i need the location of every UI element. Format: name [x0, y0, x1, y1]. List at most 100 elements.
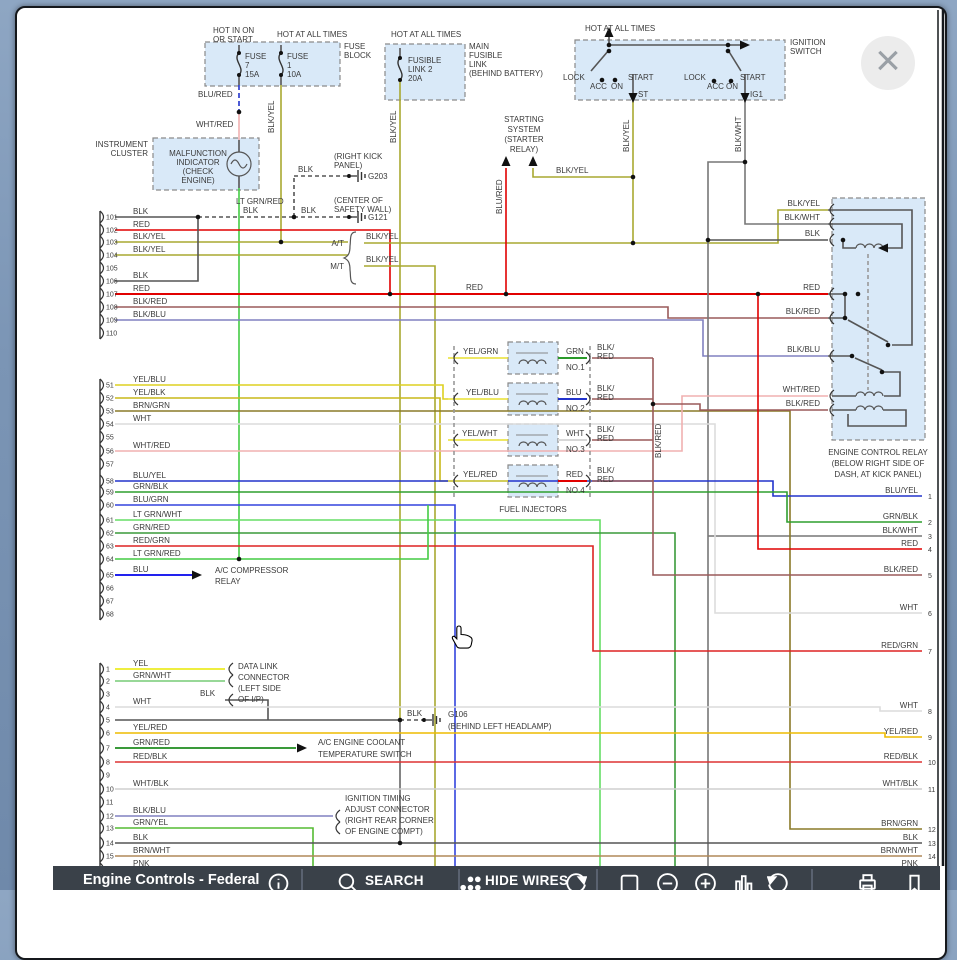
close-icon: ×	[875, 36, 901, 85]
wire-color-label: BLK/RED	[133, 297, 167, 306]
component-box	[205, 42, 340, 86]
pin-number: 2	[928, 520, 932, 527]
diagram-label: 20A	[408, 74, 423, 83]
pin-number: 106	[106, 279, 118, 286]
hide-wires-button[interactable]	[459, 872, 482, 890]
diagram-label: YEL/BLU	[466, 388, 499, 397]
junction-dot	[292, 215, 297, 220]
wire	[115, 733, 922, 737]
diagram-label: A/T	[332, 239, 345, 248]
diagram-label: BLK/YEL	[267, 100, 276, 133]
pin-number: 5	[928, 573, 932, 580]
diagram-label: SWITCH	[790, 47, 822, 56]
diagram-label: BLK/YEL	[366, 255, 399, 264]
hide-wires-label[interactable]: HIDE WIRES	[485, 873, 568, 888]
diagram-label: BLK/YEL	[622, 119, 631, 152]
pin-number: 53	[106, 409, 114, 416]
fit-screen-button[interactable]	[618, 872, 641, 890]
pin-number: 8	[928, 709, 932, 716]
bookmark-button[interactable]	[903, 872, 926, 890]
pin-number: 1	[106, 667, 110, 674]
pin-number: 109	[106, 318, 118, 325]
diagram-label: SYSTEM	[508, 125, 541, 134]
diagram-label: YEL/RED	[463, 470, 497, 479]
junction-dot	[398, 841, 403, 846]
search-label[interactable]: SEARCH	[365, 873, 424, 888]
pin-number: 9	[106, 773, 110, 780]
magnifier-icon	[337, 872, 360, 890]
arrow-icon	[297, 744, 307, 753]
zoom-out-button[interactable]	[656, 872, 679, 890]
diagram-label: ENGINE)	[181, 176, 215, 185]
pin-number: 62	[106, 531, 114, 538]
refresh-button[interactable]	[767, 872, 790, 890]
junction-dot	[756, 292, 761, 297]
diagram-label: BLK/RED	[786, 399, 820, 408]
diagram-label: INSTRUMENT	[96, 140, 149, 149]
arrow-icon	[192, 571, 202, 580]
info-button[interactable]	[267, 872, 290, 890]
diagram-label: IGNITION	[790, 38, 826, 47]
zoom-in-button[interactable]	[694, 872, 717, 890]
diagram-label: BLU/RED	[198, 90, 233, 99]
columns-button[interactable]	[732, 872, 755, 890]
wire-color-label: GRN/BLK	[883, 512, 919, 521]
junction-dot	[886, 343, 891, 348]
diagram-label: FUSE	[344, 42, 365, 51]
search-button[interactable]	[337, 872, 360, 890]
pin-number: 5	[106, 718, 110, 725]
wire-color-label: GRN/BLK	[133, 482, 169, 491]
wire-color-label: BLK/YEL	[133, 232, 166, 241]
diagram-label: (CHECK	[183, 167, 214, 176]
junction-dot	[706, 238, 711, 243]
reset-button[interactable]	[564, 872, 587, 890]
diagram-label: RED	[466, 283, 483, 292]
pin-number: 68	[106, 612, 114, 619]
wire-color-label: BLK/WHT	[882, 526, 918, 535]
square-icon	[618, 872, 641, 890]
diagram-label: A/C ENGINE COOLANT	[318, 738, 405, 747]
pin-number: 3	[106, 692, 110, 699]
diagram-label: OF I/P)	[238, 695, 264, 704]
diagram-label: BLK/YEL	[389, 110, 398, 143]
pin-number: 10	[106, 787, 114, 794]
junction-dot	[196, 215, 201, 220]
close-button[interactable]: ×	[861, 36, 915, 90]
pin-number: 6	[928, 611, 932, 618]
diagram-label: NO.3	[566, 445, 585, 454]
pin-number: 12	[106, 814, 114, 821]
pin-number: 101	[106, 215, 118, 222]
junction-dot	[726, 43, 731, 48]
pin-number: 60	[106, 503, 114, 510]
wire-color-label: YEL/BLK	[133, 388, 166, 397]
fuse-terminal	[237, 73, 241, 77]
wire-color-label: BLK	[133, 271, 149, 280]
diagram-label: ACC	[590, 82, 607, 91]
diagram-label: BLK/RED	[654, 424, 663, 458]
wire-color-label: BLK/YEL	[133, 245, 166, 254]
pin-number: 14	[106, 841, 114, 848]
junction-dot	[850, 354, 855, 359]
wire-color-label: BRN/GRN	[133, 401, 170, 410]
pin-number: 15	[106, 854, 114, 861]
diagram-label: TEMPERATURE SWITCH	[318, 750, 412, 759]
diagram-label: FUEL INJECTORS	[499, 505, 567, 514]
pin-number: 103	[106, 240, 118, 247]
pin-number: 3	[928, 534, 932, 541]
pin-number: 52	[106, 396, 114, 403]
redo-arrow-icon	[767, 872, 790, 890]
diagram-label: CONNECTOR	[238, 673, 290, 682]
wire-color-label: BLK/BLU	[133, 310, 166, 319]
junction-dot	[607, 49, 612, 54]
junction-dot	[237, 557, 242, 562]
diagram-label: G106	[448, 710, 468, 719]
wire-color-label: WHT	[900, 701, 918, 710]
diagram-label: BLU	[566, 388, 582, 397]
pin-number: 105	[106, 266, 118, 273]
junction-dot	[651, 402, 656, 407]
print-button[interactable]	[856, 872, 879, 890]
diagram-label: DASH, AT KICK PANEL)	[834, 470, 921, 479]
diagram-label: NO.2	[566, 404, 585, 413]
toolbar-divider	[458, 869, 460, 890]
diagram-label: ACC	[707, 82, 724, 91]
